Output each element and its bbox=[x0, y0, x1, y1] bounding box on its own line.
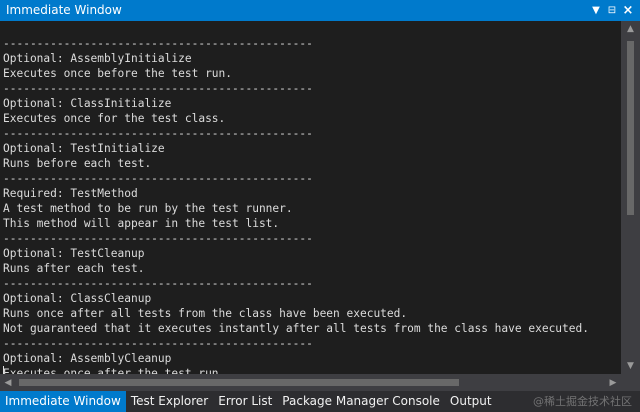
output-lines: ----------------------------------------… bbox=[3, 36, 589, 374]
tab-output[interactable]: Output bbox=[445, 391, 497, 412]
scrollbar-corner bbox=[621, 374, 640, 391]
auto-hide-pin-icon[interactable]: ⊟ bbox=[604, 0, 620, 21]
immediate-window-text-area[interactable]: ----------------------------------------… bbox=[0, 21, 621, 374]
titlebar-buttons: ▼ ⊟ × bbox=[588, 0, 640, 21]
tab-immediate-window[interactable]: Immediate Window bbox=[0, 391, 126, 412]
output-line: Executes once for the test class. bbox=[3, 112, 226, 125]
text-caret bbox=[3, 366, 4, 374]
scroll-down-icon[interactable]: ▼ bbox=[621, 358, 640, 374]
output-line: Optional: ClassInitialize bbox=[3, 97, 172, 110]
output-line: ----------------------------------------… bbox=[3, 127, 313, 140]
scroll-up-icon[interactable]: ▲ bbox=[621, 21, 640, 37]
output-line: Optional: ClassCleanup bbox=[3, 292, 152, 305]
output-line: ----------------------------------------… bbox=[3, 337, 313, 350]
output-line: A test method to be run by the test runn… bbox=[3, 202, 293, 215]
output-line: Executes once after the test run. bbox=[3, 367, 226, 374]
output-line: Executes once before the test run. bbox=[3, 67, 233, 80]
window-position-dropdown-icon[interactable]: ▼ bbox=[588, 0, 604, 21]
scroll-right-icon[interactable]: ▶ bbox=[605, 374, 621, 391]
window-title: Immediate Window bbox=[6, 3, 122, 17]
output-line: Runs once after all tests from the class… bbox=[3, 307, 408, 320]
output-line: Optional: TestInitialize bbox=[3, 142, 165, 155]
output-line: Required: TestMethod bbox=[3, 187, 138, 200]
output-line: Optional: TestCleanup bbox=[3, 247, 145, 260]
tool-window-titlebar: Immediate Window ▼ ⊟ × bbox=[0, 0, 640, 21]
horizontal-scrollbar[interactable]: ◀ ▶ bbox=[0, 374, 621, 391]
output-line: Optional: AssemblyCleanup bbox=[3, 352, 172, 365]
output-line: ----------------------------------------… bbox=[3, 277, 313, 290]
output-line: Not guaranteed that it executes instantl… bbox=[3, 322, 589, 335]
close-icon[interactable]: × bbox=[620, 0, 636, 21]
output-line: ----------------------------------------… bbox=[3, 172, 313, 185]
output-line: Optional: AssemblyInitialize bbox=[3, 52, 192, 65]
watermark-text: @稀土掘金技术社区 bbox=[533, 395, 632, 408]
output-line: ----------------------------------------… bbox=[3, 37, 313, 50]
output-line: This method will appear in the test list… bbox=[3, 217, 280, 230]
vertical-scrollbar[interactable]: ▲ ▼ bbox=[621, 21, 640, 374]
tab-test-explorer[interactable]: Test Explorer bbox=[126, 391, 213, 412]
vertical-scroll-thumb[interactable] bbox=[627, 41, 634, 215]
scroll-left-icon[interactable]: ◀ bbox=[0, 374, 16, 391]
output-line: ----------------------------------------… bbox=[3, 82, 313, 95]
output-line: ----------------------------------------… bbox=[3, 232, 313, 245]
tab-error-list[interactable]: Error List bbox=[213, 391, 277, 412]
horizontal-scroll-thumb[interactable] bbox=[19, 379, 459, 386]
tab-package-manager-console[interactable]: Package Manager Console bbox=[277, 391, 445, 412]
output-line: Runs before each test. bbox=[3, 157, 152, 170]
output-line: Runs after each test. bbox=[3, 262, 145, 275]
